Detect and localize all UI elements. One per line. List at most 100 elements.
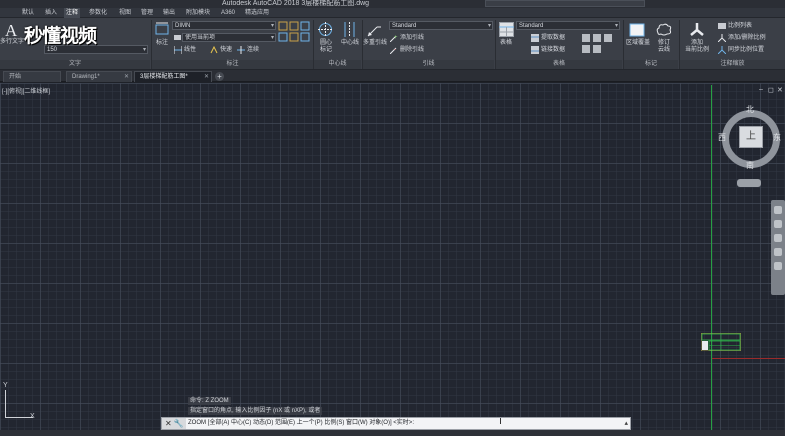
scale-list-button[interactable]: 比例列表	[728, 22, 752, 30]
tab-parametric[interactable]: 参数化	[87, 8, 109, 18]
steering-wheel-icon[interactable]	[774, 206, 782, 214]
add-current-scale-label: 添加 当前比例	[684, 40, 709, 53]
tab-view[interactable]: 视图	[117, 8, 133, 18]
minimize-icon[interactable]: –	[759, 86, 763, 93]
window-title: Autodesk AutoCAD 2018 3层楼梯配筋工图.dwg	[222, 0, 370, 7]
file-tab-label: 开始	[9, 74, 22, 80]
close-icon[interactable]: ✕	[204, 72, 209, 83]
file-tab-label: 3层楼梯配筋工图*	[140, 74, 188, 80]
ucs-x-axis	[5, 417, 33, 418]
dimension-label: 标注	[155, 40, 168, 46]
close-viewport-icon[interactable]: ✕	[777, 86, 783, 94]
centerline-label: 中心线	[340, 40, 359, 46]
tab-output[interactable]: 输出	[161, 8, 177, 18]
link-data-button[interactable]: 链接数据	[541, 46, 565, 54]
search-input[interactable]	[485, 0, 645, 7]
ribbon-panel: A 多行文字 150 文字 标注 DIMN 使用当前项 线性 快速 连续	[0, 18, 785, 70]
drawing-canvas[interactable]	[0, 83, 785, 436]
extract-data-icon	[531, 34, 539, 42]
multileader-icon[interactable]	[367, 22, 382, 37]
video-watermark-logo: 秒懂视频	[24, 25, 97, 47]
command-history-line: 命令: Z ZOOM	[188, 397, 231, 405]
annotation-scaling-group-label: 注释缩放	[680, 60, 785, 69]
command-line[interactable]: ✕ 🔧 ZOOM [全部(A) 中心(C) 动态(D) 范围(E) 上一个(P)…	[161, 417, 631, 430]
table-style-combo[interactable]: Standard	[516, 21, 620, 30]
continue-dim-icon	[237, 46, 245, 54]
remove-leader-button[interactable]: 删除引线	[400, 46, 424, 54]
zoom-icon[interactable]	[774, 234, 782, 242]
continue-button[interactable]: 连续	[247, 46, 259, 54]
ucs-y-label: Y	[3, 382, 8, 389]
file-tab-drawing1[interactable]: Drawing1* ✕	[66, 71, 132, 82]
text-group-label: 文字	[0, 60, 150, 69]
table-tools-icon[interactable]	[581, 33, 621, 55]
tab-manage[interactable]: 管理	[139, 8, 155, 18]
status-bar	[0, 430, 785, 436]
ucs-y-axis	[5, 390, 6, 418]
layer-icon	[174, 35, 181, 40]
quick-button[interactable]: 快速	[220, 46, 232, 54]
tab-a360[interactable]: A360	[219, 8, 237, 18]
add-leader-icon: +	[390, 35, 398, 42]
tab-addins[interactable]: 附加模块	[184, 8, 212, 18]
command-history-line: 指定窗口的角点, 输入比例因子 (nX 或 nXP), 或者	[188, 407, 323, 415]
dimension-icon[interactable]	[155, 22, 169, 36]
extract-data-button[interactable]: 提取数据	[541, 34, 565, 42]
command-line-controls[interactable]: ✕ 🔧	[162, 418, 186, 429]
center-mark-label: 圆心 标记	[319, 40, 332, 53]
dim-group-label: 标注	[152, 60, 313, 69]
showmotion-icon[interactable]	[774, 262, 782, 270]
compass-north[interactable]: 北	[746, 104, 754, 115]
ucs-x-label: X	[30, 413, 35, 420]
new-tab-icon[interactable]: +	[215, 72, 224, 81]
table-group-label: 表格	[496, 60, 622, 69]
center-mark-icon[interactable]	[318, 22, 333, 37]
pan-icon[interactable]	[774, 220, 782, 228]
wcs-menu-button[interactable]	[737, 179, 761, 187]
add-delete-scale-button[interactable]: 添加/删除比例	[728, 34, 766, 42]
svg-text:+: +	[394, 35, 398, 41]
centerline-icon[interactable]	[342, 22, 357, 37]
svg-text:A: A	[5, 21, 18, 39]
dimstyle-combo[interactable]: DIMN	[172, 21, 276, 30]
orbit-icon[interactable]	[774, 248, 782, 256]
sync-scale-button[interactable]: 同步比例位置	[728, 46, 764, 54]
drawing-block-object[interactable]	[701, 333, 741, 351]
wipeout-icon[interactable]	[629, 23, 645, 37]
file-tab-current[interactable]: 3层楼梯配筋工图* ✕	[134, 71, 212, 82]
viewport-controls[interactable]: [-][俯视][二维线框]	[2, 86, 50, 95]
file-tab-label: Drawing1*	[72, 74, 100, 80]
dim-tools-icon[interactable]	[278, 21, 312, 43]
leader-group-label: 引线	[363, 60, 494, 69]
viewcube-top-face[interactable]: 上	[739, 126, 763, 148]
multiline-text-icon[interactable]: A	[3, 21, 19, 39]
annotation-scale-icon[interactable]	[689, 22, 705, 38]
title-bar: Autodesk AutoCAD 2018 3层楼梯配筋工图.dwg	[0, 0, 785, 8]
text-cursor	[500, 418, 501, 424]
dim-layer-combo[interactable]: 使用当前项	[182, 33, 276, 42]
compass-south[interactable]: 南	[746, 160, 754, 171]
leader-style-combo[interactable]: Standard	[389, 21, 493, 30]
file-tab-start[interactable]: 开始	[3, 71, 61, 82]
command-prompt: ZOOM [全部(A) 中心(C) 动态(D) 范围(E) 上一个(P) 比例(…	[188, 420, 414, 426]
revcloud-icon[interactable]	[656, 23, 672, 37]
chevron-down-icon[interactable]: ▴	[624, 418, 628, 429]
tab-default[interactable]: 默认	[20, 8, 36, 18]
close-icon[interactable]: ✕	[124, 72, 129, 83]
drawing-line	[712, 358, 785, 359]
compass-west[interactable]: 西	[718, 132, 726, 143]
add-leader-button[interactable]: 添加引线	[400, 34, 424, 42]
tab-annotate[interactable]: 注释	[64, 8, 81, 18]
file-tab-bar: 开始 Drawing1* ✕ 3层楼梯配筋工图* ✕ +	[0, 70, 785, 82]
restore-icon[interactable]: ◻	[768, 86, 774, 94]
multiline-text-label: 多行文字	[0, 39, 25, 45]
svg-text:-: -	[394, 47, 396, 53]
linear-button[interactable]: 线性	[184, 46, 196, 54]
table-icon[interactable]	[499, 22, 514, 37]
tab-insert[interactable]: 插入	[43, 8, 59, 18]
quick-dim-icon	[210, 46, 218, 54]
multileader-label: 多重引线	[362, 40, 387, 46]
sync-scale-icon	[718, 46, 726, 54]
compass-east[interactable]: 东	[773, 132, 781, 143]
tab-featured-apps[interactable]: 精选应用	[243, 8, 271, 18]
